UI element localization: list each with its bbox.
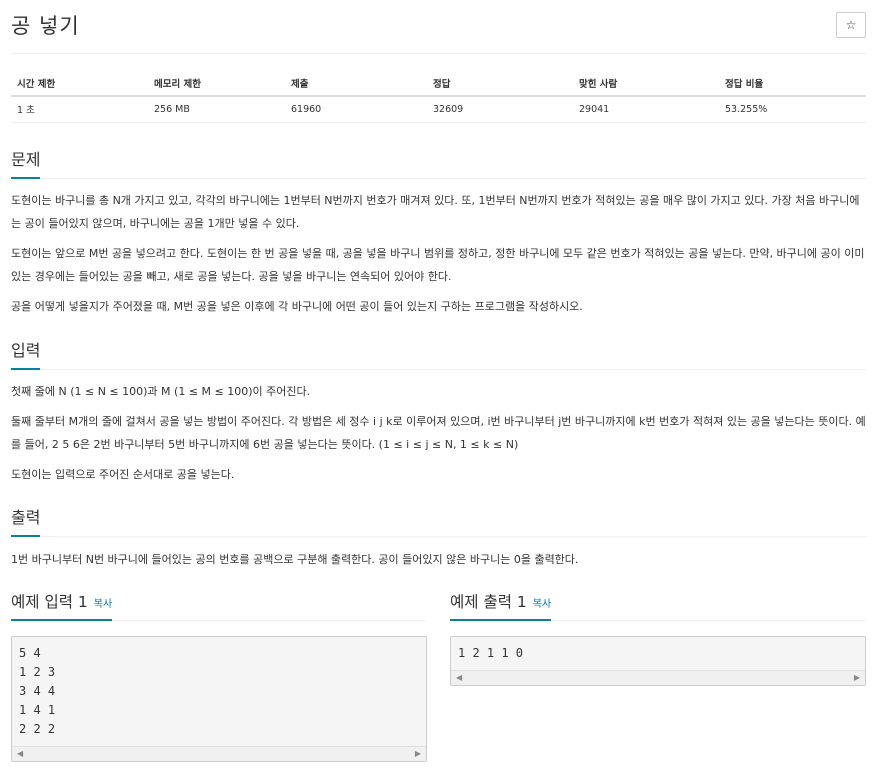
memory-limit-value: 256 MB <box>148 96 285 123</box>
sample-input-title: 예제 입력 1 복사 <box>11 590 113 621</box>
time-limit-header: 시간 제한 <box>11 70 148 97</box>
sample-output-title: 예제 출력 1 복사 <box>450 590 552 621</box>
problem-section-title: 문제 <box>11 146 41 179</box>
problem-section-header: 문제 <box>11 146 866 179</box>
submissions-header: 제출 <box>285 70 427 97</box>
output-section-header: 출력 <box>11 504 866 537</box>
info-value-row: 1 초 256 MB 61960 32609 29041 53.255% <box>11 96 866 123</box>
sample-input-content: 5 4 1 2 3 3 4 4 1 4 1 2 2 2 <box>19 646 56 736</box>
scroll-right-icon[interactable]: ▶ <box>854 673 860 682</box>
problem-info-table: 시간 제한 메모리 제한 제출 정답 맞힌 사람 정답 비율 1 초 256 M… <box>11 70 866 123</box>
accepted-header: 정답 <box>427 70 573 97</box>
sample-input-scrollbar[interactable]: ◀ ▶ <box>12 746 426 761</box>
solvers-header: 맞힌 사람 <box>573 70 719 97</box>
copy-sample-input-button[interactable]: 복사 <box>94 599 112 610</box>
sample-output-content: 1 2 1 1 0 <box>458 646 524 660</box>
accepted-value: 32609 <box>427 96 573 123</box>
sample-output-box[interactable]: 1 2 1 1 0 ◀ ▶ <box>450 636 866 686</box>
problem-paragraph: 공을 어떻게 넣을지가 주어졌을 때, M번 공을 넣은 이후에 각 바구니에 … <box>11 300 583 313</box>
sample-output-header: 예제 출력 1 복사 <box>450 590 865 621</box>
input-paragraph: 도현이는 입력으로 주어진 순서대로 공을 넣는다. <box>11 468 235 481</box>
output-paragraph: 1번 바구니부터 N번 바구니에 들어있는 공의 번호를 공백으로 구분해 출력… <box>11 553 579 566</box>
input-paragraph: 첫째 줄에 N (1 ≤ N ≤ 100)과 M (1 ≤ M ≤ 100)이 … <box>11 385 311 398</box>
sample-input-title-text: 예제 입력 1 <box>11 593 88 611</box>
ratio-header: 정답 비율 <box>719 70 866 97</box>
sample-output-scrollbar[interactable]: ◀ ▶ <box>451 670 865 685</box>
input-description: 첫째 줄에 N (1 ≤ N ≤ 100)과 M (1 ≤ M ≤ 100)이 … <box>11 380 869 493</box>
scroll-left-icon[interactable]: ◀ <box>456 673 462 682</box>
problem-description: 도현이는 바구니를 총 N개 가지고 있고, 각각의 바구니에는 1번부터 N번… <box>11 189 869 325</box>
sample-input-header: 예제 입력 1 복사 <box>11 590 426 621</box>
info-header-row: 시간 제한 메모리 제한 제출 정답 맞힌 사람 정답 비율 <box>11 70 866 97</box>
problem-paragraph: 도현이는 바구니를 총 N개 가지고 있고, 각각의 바구니에는 1번부터 N번… <box>11 194 860 230</box>
sample-output-title-text: 예제 출력 1 <box>450 593 527 611</box>
output-section-title: 출력 <box>11 504 41 537</box>
memory-limit-header: 메모리 제한 <box>148 70 285 97</box>
submissions-value: 61960 <box>285 96 427 123</box>
solvers-value: 29041 <box>573 96 719 123</box>
scroll-right-icon[interactable]: ▶ <box>415 749 421 758</box>
time-limit-value: 1 초 <box>11 96 148 123</box>
input-section-header: 입력 <box>11 337 866 370</box>
ratio-value: 53.255% <box>719 96 866 123</box>
copy-sample-output-button[interactable]: 복사 <box>533 599 551 610</box>
star-icon: ☆ <box>845 18 857 32</box>
page-title: 공 넣기 <box>11 14 80 38</box>
input-paragraph: 둘째 줄부터 M개의 줄에 걸쳐서 공을 넣는 방법이 주어진다. 각 방법은 … <box>11 415 866 451</box>
sample-input-box[interactable]: 5 4 1 2 3 3 4 4 1 4 1 2 2 2 ◀ ▶ <box>11 636 427 762</box>
scroll-left-icon[interactable]: ◀ <box>17 749 23 758</box>
output-description: 1번 바구니부터 N번 바구니에 들어있는 공의 번호를 공백으로 구분해 출력… <box>11 548 869 578</box>
problem-header: 공 넣기 ☆ <box>11 0 866 54</box>
problem-paragraph: 도현이는 앞으로 M번 공을 넣으려고 한다. 도현이는 한 번 공을 넣을 때… <box>11 247 865 283</box>
star-button[interactable]: ☆ <box>836 12 866 38</box>
input-section-title: 입력 <box>11 337 41 370</box>
